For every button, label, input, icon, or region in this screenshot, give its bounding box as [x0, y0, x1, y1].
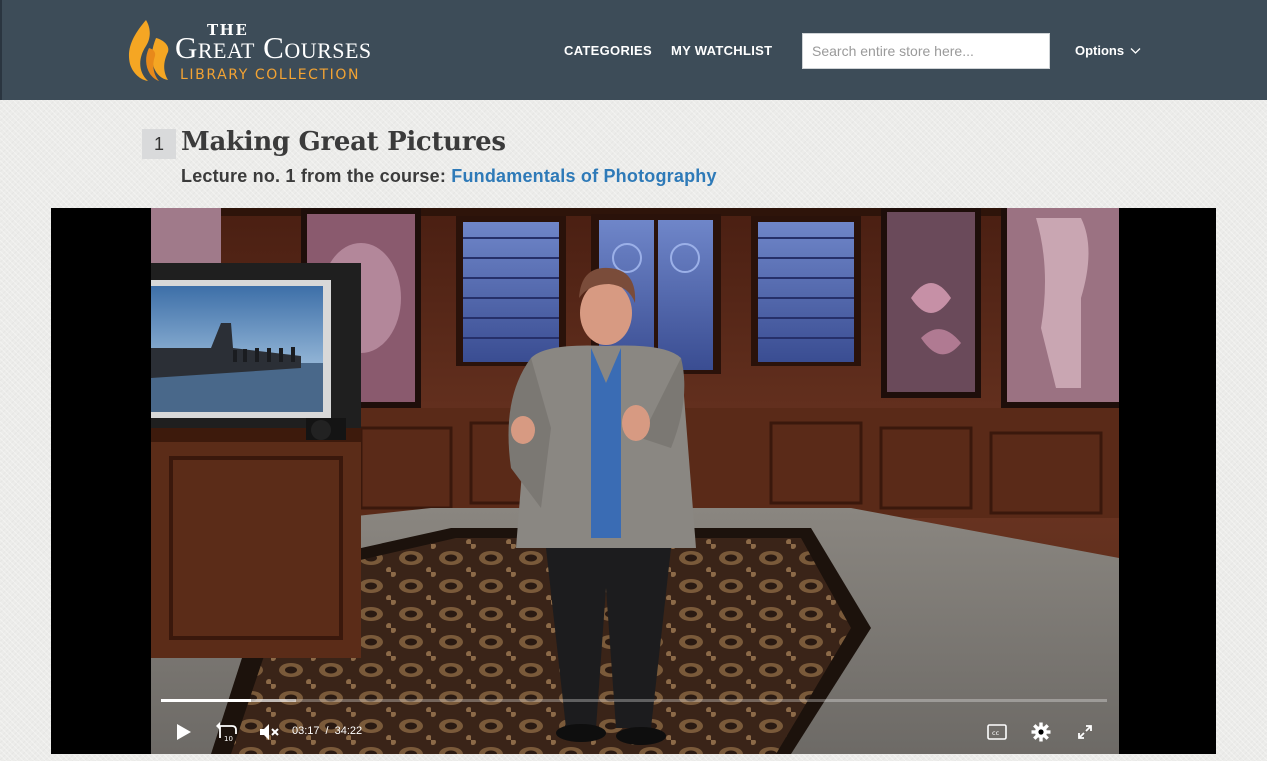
time-display: 03:17 / 34:22: [292, 725, 362, 737]
logo-library-text: LIBRARY COLLECTION: [180, 67, 361, 83]
mute-button[interactable]: [259, 723, 281, 746]
course-link[interactable]: Fundamentals of Photography: [451, 166, 716, 186]
chevron-down-icon: [1130, 47, 1141, 54]
flame-logo-icon: [128, 20, 169, 81]
rewind-10-button[interactable]: 10: [216, 721, 238, 748]
settings-button[interactable]: [1031, 722, 1051, 747]
nav-watchlist-link[interactable]: MY WATCHLIST: [671, 43, 772, 58]
svg-text:cc: cc: [992, 729, 1000, 737]
video-player[interactable]: 10 03:17 / 34:22 cc: [51, 208, 1216, 754]
lecture-title: Making Great Pictures: [181, 127, 506, 157]
played-fill: [161, 699, 252, 702]
svg-text:10: 10: [224, 735, 233, 743]
rewind-10-icon: 10: [216, 722, 237, 743]
closed-captions-icon: cc: [987, 724, 1007, 740]
great-courses-logo[interactable]: THE Great Courses LIBRARY COLLECTION: [122, 16, 402, 84]
lecture-subtitle: Lecture no. 1 from the course: Fundament…: [181, 166, 717, 187]
duration: 34:22: [334, 725, 363, 737]
progress-bar[interactable]: [161, 699, 1107, 702]
lecture-video-image: [151, 208, 1119, 754]
lecture-number-badge: 1: [142, 129, 176, 159]
play-icon: [177, 724, 191, 740]
gear-icon: [1031, 722, 1051, 742]
site-header: THE Great Courses LIBRARY COLLECTION CAT…: [0, 0, 1267, 100]
current-time: 03:17: [292, 725, 320, 737]
search-input[interactable]: [802, 33, 1050, 69]
time-separator: /: [325, 725, 329, 737]
video-frame[interactable]: [151, 208, 1119, 754]
fullscreen-button[interactable]: [1076, 723, 1094, 746]
volume-muted-icon: [260, 724, 279, 740]
lecture-subtitle-prefix: Lecture no. 1 from the course:: [181, 166, 447, 186]
options-label: Options: [1075, 43, 1125, 58]
captions-button[interactable]: cc: [987, 723, 1007, 746]
nav-categories-link[interactable]: CATEGORIES: [564, 43, 652, 58]
fullscreen-icon: [1078, 725, 1092, 739]
options-dropdown[interactable]: Options: [1075, 43, 1141, 58]
play-button[interactable]: [175, 722, 193, 747]
logo-name-text: Great Courses: [175, 30, 372, 65]
